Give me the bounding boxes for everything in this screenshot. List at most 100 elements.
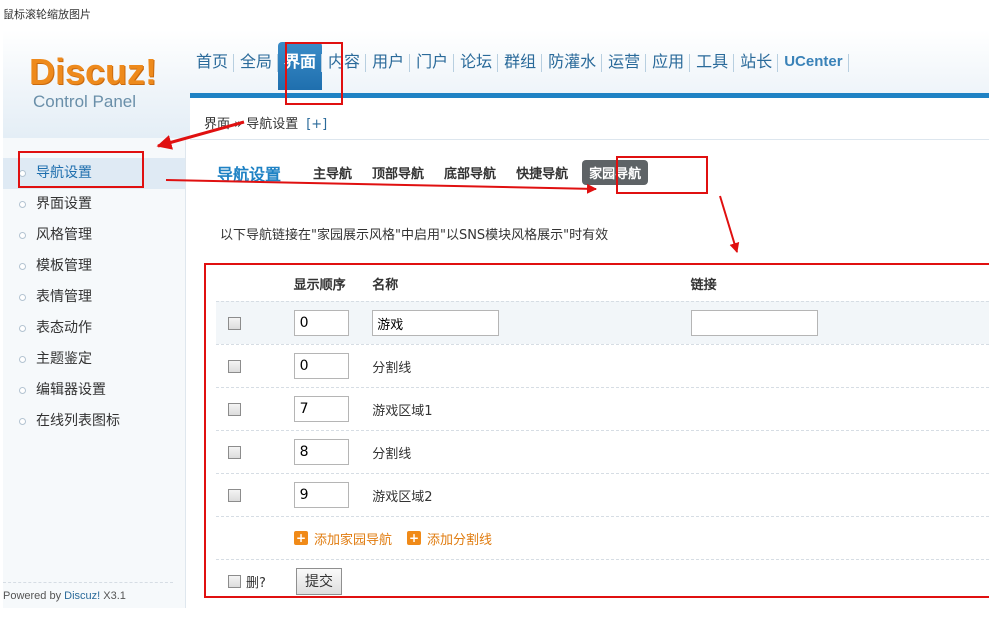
sidebar-item-label: 导航设置 bbox=[36, 165, 92, 181]
sidebar-item-4[interactable]: 表情管理 bbox=[3, 282, 185, 313]
delete-label: 删? bbox=[246, 575, 266, 591]
order-input[interactable] bbox=[293, 396, 349, 422]
bullet-icon bbox=[19, 170, 26, 177]
sidebar-item-0[interactable]: 导航设置 bbox=[3, 158, 185, 189]
page-caption: 鼠标滚轮缩放图片 bbox=[3, 8, 91, 21]
subtab-1[interactable]: 顶部导航 bbox=[372, 163, 424, 182]
menu-item-2[interactable]: 界面 bbox=[278, 42, 323, 90]
submit-button[interactable]: 提交 bbox=[296, 567, 342, 595]
submit-row: 删? 提交 bbox=[216, 559, 989, 602]
sidebar-item-3[interactable]: 模板管理 bbox=[3, 251, 185, 282]
header-link: 链接 bbox=[690, 277, 717, 293]
row-checkbox[interactable] bbox=[228, 402, 241, 416]
delete-all-checkbox[interactable] bbox=[228, 574, 241, 588]
sidebar-item-2[interactable]: 风格管理 bbox=[3, 220, 185, 251]
order-input[interactable] bbox=[293, 439, 349, 465]
sidebar-item-label: 表态动作 bbox=[36, 320, 92, 336]
nav-subtabs: 导航设置 主导航 顶部导航 底部导航 快捷导航 家园导航 bbox=[217, 160, 668, 185]
menu-item-13[interactable]: UCenter bbox=[778, 42, 849, 90]
breadcrumb-expand[interactable]: [+] bbox=[306, 117, 327, 132]
table-row: 分割线 bbox=[216, 430, 989, 473]
bullet-icon bbox=[19, 294, 26, 301]
name-text: 游戏区域1 bbox=[372, 403, 433, 419]
table-row: 分割线 bbox=[216, 344, 989, 387]
sidebar-item-label: 界面设置 bbox=[36, 196, 92, 212]
menu-item-12[interactable]: 站长 bbox=[734, 42, 779, 90]
plus-icon: + bbox=[294, 531, 308, 545]
order-input[interactable] bbox=[293, 482, 349, 508]
info-note: 以下导航链接在"家园展示风格"中启用"以SNS模块风格展示"时有效 bbox=[220, 228, 609, 243]
subtabs-title: 导航设置 bbox=[217, 164, 282, 184]
nav-table: 显示顺序 名称 链接 分割线游戏区域1分割线游戏区域2 +添加家园导航 +添加分… bbox=[216, 265, 989, 602]
menu-item-11[interactable]: 工具 bbox=[690, 42, 735, 90]
sidebar-item-8[interactable]: 在线列表图标 bbox=[3, 406, 185, 437]
bullet-icon bbox=[19, 418, 26, 425]
order-input[interactable] bbox=[293, 310, 349, 336]
sidebar-item-7[interactable]: 编辑器设置 bbox=[3, 375, 185, 406]
menu-item-0[interactable]: 首页 bbox=[190, 42, 235, 90]
row-checkbox[interactable] bbox=[228, 316, 241, 330]
breadcrumb: 界面 » 导航设置 [+] bbox=[204, 113, 327, 132]
logo: Discuz! Control Panel bbox=[29, 52, 199, 112]
tab-home-nav[interactable]: 家园导航 bbox=[582, 160, 649, 185]
bullet-icon bbox=[19, 325, 26, 332]
bullet-icon bbox=[19, 201, 26, 208]
add-divider-label: 添加分割线 bbox=[427, 532, 493, 548]
sidebar-item-label: 编辑器设置 bbox=[36, 382, 106, 398]
menu-item-5[interactable]: 门户 bbox=[410, 42, 455, 90]
name-text: 分割线 bbox=[372, 446, 412, 462]
menu-item-7[interactable]: 群组 bbox=[498, 42, 543, 90]
name-text: 分割线 bbox=[372, 360, 412, 376]
subtab-3[interactable]: 快捷导航 bbox=[516, 163, 568, 182]
header-order: 显示顺序 bbox=[293, 277, 346, 293]
row-checkbox[interactable] bbox=[228, 445, 241, 459]
arrow-to-table bbox=[719, 195, 740, 253]
powered-by: Powered by Discuz! X3.1 bbox=[3, 582, 173, 602]
sidebar-item-label: 主题鉴定 bbox=[36, 351, 92, 367]
menu-item-8[interactable]: 防灌水 bbox=[542, 42, 603, 90]
bullet-icon bbox=[19, 356, 26, 363]
table-header: 显示顺序 名称 链接 bbox=[216, 265, 989, 301]
sidebar-item-label: 模板管理 bbox=[36, 258, 92, 274]
powered-brand[interactable]: Discuz! bbox=[64, 590, 100, 602]
menu-item-6[interactable]: 论坛 bbox=[454, 42, 499, 90]
name-input[interactable] bbox=[372, 310, 500, 336]
subtab-0[interactable]: 主导航 bbox=[313, 163, 352, 182]
menu-item-1[interactable]: 全局 bbox=[234, 42, 279, 90]
order-input[interactable] bbox=[293, 353, 349, 379]
powered-version: X3.1 bbox=[100, 590, 126, 602]
menu-item-3[interactable]: 内容 bbox=[322, 42, 367, 90]
add-home-nav-label: 添加家园导航 bbox=[314, 532, 393, 548]
table-row bbox=[216, 301, 989, 344]
powered-prefix: Powered by bbox=[3, 590, 65, 602]
bullet-icon bbox=[19, 232, 26, 239]
link-input[interactable] bbox=[690, 310, 818, 336]
header-name: 名称 bbox=[372, 277, 399, 293]
row-checkbox[interactable] bbox=[228, 488, 241, 502]
sidebar-list: 导航设置界面设置风格管理模板管理表情管理表态动作主题鉴定编辑器设置在线列表图标 bbox=[3, 138, 185, 437]
row-checkbox[interactable] bbox=[228, 359, 241, 373]
sidebar-item-5[interactable]: 表态动作 bbox=[3, 313, 185, 344]
bullet-icon bbox=[19, 263, 26, 270]
sidebar-item-label: 表情管理 bbox=[36, 289, 92, 305]
add-divider-button[interactable]: + 添加分割线 bbox=[407, 529, 492, 548]
logo-word: Discuz! bbox=[29, 51, 158, 92]
sidebar-item-label: 在线列表图标 bbox=[36, 413, 120, 429]
table-row: 游戏区域1 bbox=[216, 387, 989, 430]
menu-item-9[interactable]: 运营 bbox=[602, 42, 647, 90]
breadcrumb-path[interactable]: 界面 » 导航设置 bbox=[204, 117, 298, 132]
menu-item-10[interactable]: 应用 bbox=[646, 42, 691, 90]
table-row: 游戏区域2 bbox=[216, 473, 989, 516]
logo-subtitle: Control Panel bbox=[33, 92, 137, 111]
sidebar: 导航设置界面设置风格管理模板管理表情管理表态动作主题鉴定编辑器设置在线列表图标 bbox=[3, 138, 186, 608]
subtab-2[interactable]: 底部导航 bbox=[444, 163, 496, 182]
menu-item-4[interactable]: 用户 bbox=[366, 42, 411, 90]
sidebar-item-1[interactable]: 界面设置 bbox=[3, 189, 185, 220]
top-menu: 首页 全局 界面 内容 用户 门户 论坛 群组 防灌水 运营 应用 工具 站长 UCenter bbox=[190, 42, 849, 90]
name-text: 游戏区域2 bbox=[372, 489, 433, 505]
bullet-icon bbox=[19, 387, 26, 394]
sidebar-item-label: 风格管理 bbox=[36, 227, 92, 243]
sidebar-item-6[interactable]: 主题鉴定 bbox=[3, 344, 185, 375]
add-row: + 添加家园导航 + 添加分割线 bbox=[216, 516, 989, 559]
add-home-nav-button[interactable]: + 添加家园导航 bbox=[294, 529, 392, 548]
